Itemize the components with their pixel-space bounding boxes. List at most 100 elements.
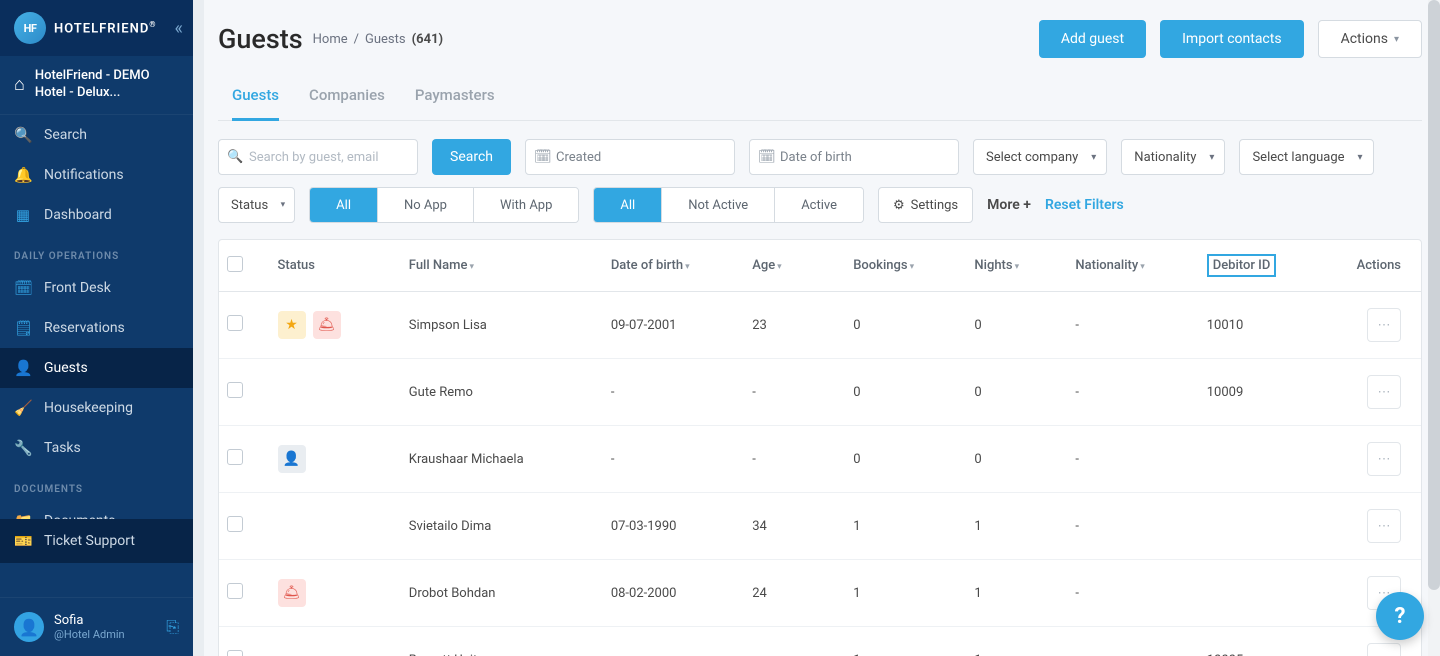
cell-debitor bbox=[1199, 426, 1330, 493]
cell-nationality: - bbox=[1067, 493, 1198, 560]
language-select[interactable]: Select language bbox=[1239, 139, 1373, 175]
col-nights[interactable]: Nights▾ bbox=[966, 240, 1067, 292]
cell-name: Gute Remo bbox=[401, 359, 603, 426]
row-checkbox[interactable] bbox=[227, 315, 243, 331]
row-checkbox[interactable] bbox=[227, 449, 243, 465]
table-row[interactable]: Gute Remo - - 0 0 - 10009 ⋯ bbox=[219, 359, 1421, 426]
cell-nights: 1 bbox=[966, 560, 1067, 627]
cell-nights: 1 bbox=[966, 493, 1067, 560]
table-row[interactable]: Svietailo Dima 07-03-1990 34 1 1 - ⋯ bbox=[219, 493, 1421, 560]
tab-paymasters[interactable]: Paymasters bbox=[415, 74, 495, 120]
search-input[interactable] bbox=[218, 139, 418, 175]
brand-logo[interactable]: HF HOTELFRIEND® bbox=[14, 12, 175, 44]
row-actions-button[interactable]: ⋯ bbox=[1367, 308, 1401, 342]
help-fab[interactable]: ? bbox=[1376, 592, 1424, 640]
cell-nationality: - bbox=[1067, 426, 1198, 493]
search-icon: 🔍 bbox=[14, 126, 32, 144]
seg-all-active[interactable]: All bbox=[594, 188, 662, 222]
seg-all-app[interactable]: All bbox=[310, 188, 378, 222]
brand-badge: HF bbox=[14, 12, 46, 44]
nationality-select[interactable]: Nationality bbox=[1121, 139, 1225, 175]
created-date-input[interactable] bbox=[525, 139, 735, 175]
sidebar-item-guests[interactable]: 👤 Guests bbox=[0, 348, 193, 388]
row-checkbox[interactable] bbox=[227, 382, 243, 398]
search-button[interactable]: Search bbox=[432, 139, 511, 175]
sidebar-item-front-desk[interactable]: 🗓 Front Desk bbox=[0, 268, 193, 308]
cell-debitor: 10009 bbox=[1199, 359, 1330, 426]
col-nationality[interactable]: Nationality▾ bbox=[1067, 240, 1198, 292]
table-row[interactable]: ★🛎 Simpson Lisa 09-07-2001 23 0 0 - 1001… bbox=[219, 292, 1421, 359]
sidebar-item-search[interactable]: 🔍 Search bbox=[0, 115, 193, 155]
row-actions-button[interactable]: ⋯ bbox=[1367, 442, 1401, 476]
scrollbar-thumb[interactable] bbox=[1428, 0, 1440, 590]
tab-companies[interactable]: Companies bbox=[309, 74, 385, 120]
table-row[interactable]: 🛎 Drobot Bohdan 08-02-2000 24 1 1 - ⋯ bbox=[219, 560, 1421, 627]
col-status[interactable]: Status bbox=[270, 240, 401, 292]
actions-menu-button[interactable]: Actions ▾ bbox=[1318, 20, 1422, 58]
sidebar-item-housekeeping[interactable]: 🧹 Housekeeping bbox=[0, 388, 193, 428]
table-row[interactable]: 👤 Kraushaar Michaela - - 0 0 - ⋯ bbox=[219, 426, 1421, 493]
sidebar-item-label: Dashboard bbox=[44, 207, 112, 223]
row-checkbox[interactable] bbox=[227, 650, 243, 656]
cell-name: Simpson Lisa bbox=[401, 292, 603, 359]
seg-no-app[interactable]: No App bbox=[378, 188, 474, 222]
sidebar-item-ticket-support[interactable]: 🎫 Ticket Support bbox=[0, 519, 193, 563]
status-filter[interactable]: Status bbox=[218, 187, 295, 223]
seg-not-active[interactable]: Not Active bbox=[662, 188, 775, 222]
seg-active[interactable]: Active bbox=[775, 188, 863, 222]
sidebar-item-reservations[interactable]: 🗒 Reservations bbox=[0, 308, 193, 348]
cell-debitor bbox=[1199, 493, 1330, 560]
reset-filters-link[interactable]: Reset Filters bbox=[1045, 197, 1124, 213]
cell-name: Svietailo Dima bbox=[401, 493, 603, 560]
hotel-name: HotelFriend - DEMO Hotel - Delux... bbox=[35, 68, 179, 102]
col-dob[interactable]: Date of birth▾ bbox=[603, 240, 744, 292]
sidebar-item-notifications[interactable]: 🔔 Notifications bbox=[0, 155, 193, 195]
cell-dob: 07-03-1990 bbox=[603, 493, 744, 560]
sidebar-item-label: Notifications bbox=[44, 167, 124, 183]
crumb-home[interactable]: Home bbox=[313, 32, 348, 47]
cell-nights: 0 bbox=[966, 426, 1067, 493]
tab-guests[interactable]: Guests bbox=[232, 74, 279, 121]
hotel-selector[interactable]: ⌂ HotelFriend - DEMO Hotel - Delux... bbox=[0, 56, 193, 115]
logout-icon[interactable]: ⎘ bbox=[166, 617, 179, 637]
sidebar-item-tasks[interactable]: 🔧 Tasks bbox=[0, 428, 193, 468]
col-age[interactable]: Age▾ bbox=[744, 240, 845, 292]
col-fullname[interactable]: Full Name▾ bbox=[401, 240, 603, 292]
dob-date-input[interactable] bbox=[749, 139, 959, 175]
calendar-icon: 🗓 bbox=[758, 149, 776, 165]
cell-bookings: 1 bbox=[845, 493, 966, 560]
ticket-icon: 🎫 bbox=[14, 532, 32, 550]
cell-dob: - bbox=[603, 627, 744, 656]
company-select[interactable]: Select company bbox=[973, 139, 1107, 175]
import-contacts-button[interactable]: Import contacts bbox=[1160, 20, 1303, 58]
star-badge-icon: ★ bbox=[278, 311, 306, 339]
row-checkbox[interactable] bbox=[227, 583, 243, 599]
cell-age: - bbox=[744, 359, 845, 426]
user-panel[interactable]: 👤 Sofia @Hotel Admin ⎘ bbox=[0, 597, 193, 656]
row-actions-button[interactable]: ⋯ bbox=[1367, 375, 1401, 409]
col-bookings[interactable]: Bookings▾ bbox=[845, 240, 966, 292]
row-checkbox[interactable] bbox=[227, 516, 243, 532]
settings-button[interactable]: ⚙ Settings bbox=[878, 187, 973, 223]
breadcrumb: Home / Guests (641) bbox=[313, 32, 443, 47]
more-filters-link[interactable]: More + bbox=[987, 197, 1031, 213]
section-documents: DOCUMENTS bbox=[0, 468, 193, 501]
row-actions-button[interactable]: ⋯ bbox=[1367, 509, 1401, 543]
crumb-count: (641) bbox=[412, 32, 443, 47]
app-filter-segment: All No App With App bbox=[309, 187, 579, 223]
row-actions-button[interactable]: ⋯ bbox=[1367, 643, 1401, 656]
cell-nationality: - bbox=[1067, 359, 1198, 426]
collapse-sidebar-button[interactable]: « bbox=[175, 18, 183, 39]
table-row[interactable]: Burnett Unity - - 1 1 - 10005 ⋯ bbox=[219, 627, 1421, 656]
active-filter-segment: All Not Active Active bbox=[593, 187, 864, 223]
add-guest-button[interactable]: Add guest bbox=[1039, 20, 1146, 58]
cell-age: - bbox=[744, 426, 845, 493]
cell-age: 34 bbox=[744, 493, 845, 560]
col-debitor[interactable]: Debitor ID bbox=[1199, 240, 1330, 292]
cell-name: Burnett Unity bbox=[401, 627, 603, 656]
select-all-checkbox[interactable] bbox=[227, 256, 243, 272]
seg-with-app[interactable]: With App bbox=[474, 188, 578, 222]
gear-icon: ⚙ bbox=[893, 198, 905, 213]
sidebar-item-dashboard[interactable]: ▦ Dashboard bbox=[0, 195, 193, 235]
search-icon: 🔍 bbox=[227, 150, 243, 165]
